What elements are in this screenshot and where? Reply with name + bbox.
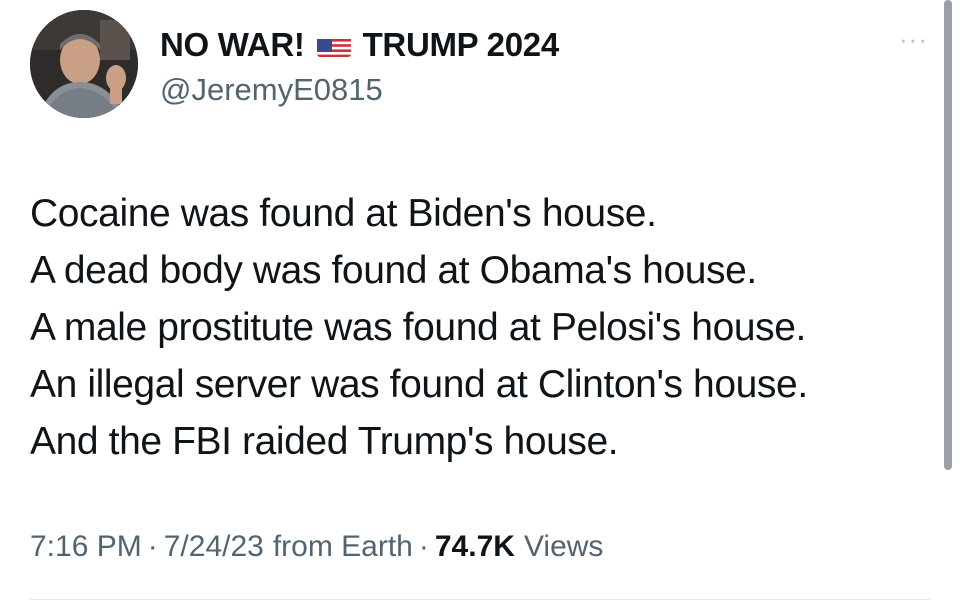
tweet-time[interactable]: 7:16 PM xyxy=(30,530,142,564)
scrollbar[interactable] xyxy=(944,0,952,470)
views-count[interactable]: 74.7K xyxy=(435,530,515,564)
tweet-source: from Earth xyxy=(272,530,413,563)
tweet-meta: 7:16 PM · 7/24/23 from Earth · 74.7K Vie… xyxy=(30,530,603,564)
divider xyxy=(30,599,930,600)
avatar[interactable] xyxy=(30,10,138,118)
views-label: Views xyxy=(523,530,604,563)
user-handle[interactable]: @JeremyE0815 xyxy=(160,72,559,108)
tweet-line: And the FBI raided Trump's house. xyxy=(30,420,619,463)
tweet-line: An illegal server was found at Clinton's… xyxy=(30,363,808,406)
more-options-icon[interactable]: ··· xyxy=(899,26,928,52)
separator-dot: · xyxy=(418,530,429,563)
us-flag-icon xyxy=(316,33,351,57)
separator-dot: · xyxy=(147,530,158,563)
tweet-date[interactable]: 7/24/23 xyxy=(164,530,264,564)
display-name[interactable]: NO WAR! TRUMP 2024 xyxy=(160,26,559,64)
display-name-part1: NO WAR! xyxy=(160,26,305,63)
tweet-line: A dead body was found at Obama's house. xyxy=(30,249,757,292)
tweet-text: Cocaine was found at Biden's house. A de… xyxy=(30,185,930,470)
tweet-header: NO WAR! TRUMP 2024 @JeremyE0815 ··· xyxy=(30,10,930,120)
name-block: NO WAR! TRUMP 2024 @JeremyE0815 xyxy=(160,26,559,108)
display-name-part2: TRUMP 2024 xyxy=(362,26,560,63)
tweet-line: Cocaine was found at Biden's house. xyxy=(30,192,657,235)
tweet-line: A male prostitute was found at Pelosi's … xyxy=(30,306,806,349)
